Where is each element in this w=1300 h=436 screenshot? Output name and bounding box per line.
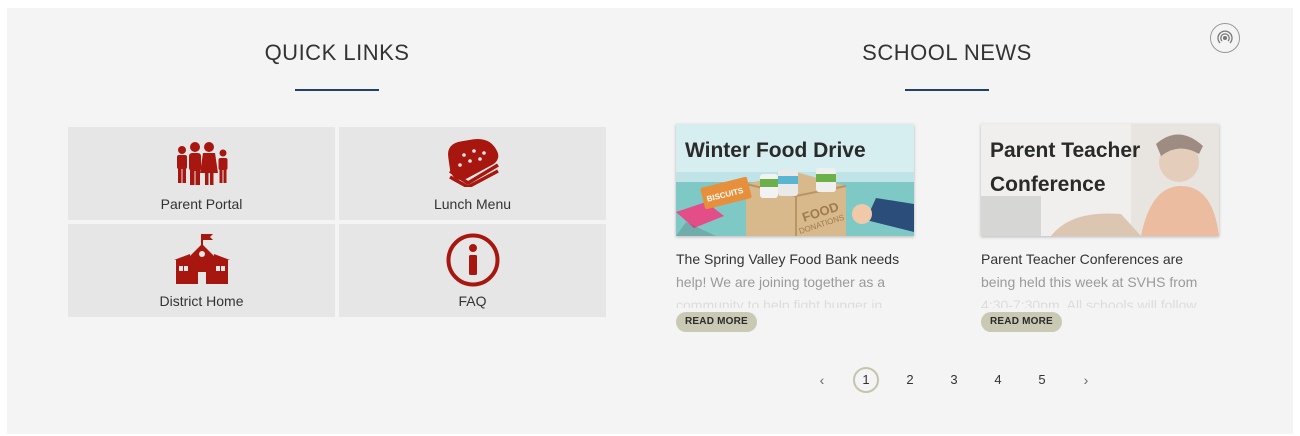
news-card-food-drive: FOOD DONATIONS BISCUITS Winter Food Driv… bbox=[676, 124, 916, 344]
tile-label: Lunch Menu bbox=[433, 196, 512, 212]
school-news-title: SCHOOL NEWS bbox=[862, 40, 1032, 65]
page-button-5[interactable]: 5 bbox=[1029, 367, 1055, 393]
news-card-parent-teacher: Parent Teacher Conference Parent Teacher… bbox=[981, 124, 1221, 344]
page-button-1[interactable]: 1 bbox=[853, 367, 879, 393]
page-button-2[interactable]: 2 bbox=[897, 367, 923, 393]
quick-links-title: QUICK LINKS bbox=[264, 40, 410, 65]
prev-page-button[interactable]: ‹ bbox=[809, 367, 835, 393]
next-page-button[interactable]: › bbox=[1073, 367, 1099, 393]
news-image-food-drive[interactable]: FOOD DONATIONS BISCUITS Winter Food Driv… bbox=[676, 124, 914, 236]
news-excerpt: Parent Teacher Conferences are being hel… bbox=[981, 248, 1221, 308]
school-news-rule bbox=[905, 89, 989, 91]
quick-link-lunch-menu[interactable]: Lunch Menu bbox=[339, 127, 606, 220]
family-icon bbox=[176, 142, 227, 185]
broadcast-icon bbox=[1217, 30, 1233, 44]
quick-link-parent-portal[interactable]: Parent Portal bbox=[68, 127, 335, 220]
rss-feed-button[interactable] bbox=[1210, 23, 1240, 53]
quick-link-faq[interactable]: FAQ bbox=[339, 224, 606, 317]
excerpt-line: help! We are joining together as a bbox=[676, 274, 886, 290]
quick-links-rule bbox=[295, 89, 379, 91]
quick-link-district-home[interactable]: District Home bbox=[68, 224, 335, 317]
excerpt-line: Parent Teacher Conferences are bbox=[981, 251, 1184, 267]
info-icon bbox=[446, 233, 499, 287]
sandwich-icon bbox=[447, 139, 499, 187]
tile-label: Parent Portal bbox=[160, 196, 243, 212]
news-image-parent-teacher[interactable]: Parent Teacher Conference bbox=[981, 124, 1219, 236]
top-cutoff-strip bbox=[0, 0, 1300, 8]
page-button-4[interactable]: 4 bbox=[985, 367, 1011, 393]
excerpt-line: community to help fight hunger in bbox=[676, 297, 883, 308]
news-card-title[interactable]: Winter Food Drive bbox=[685, 134, 905, 168]
news-card-title[interactable]: Parent Teacher Conference bbox=[990, 134, 1210, 202]
read-more-button[interactable]: READ MORE bbox=[676, 312, 757, 332]
tile-label: District Home bbox=[159, 293, 244, 309]
page-button-3[interactable]: 3 bbox=[941, 367, 967, 393]
news-excerpt: The Spring Valley Food Bank needs help! … bbox=[676, 248, 916, 308]
read-more-button[interactable]: READ MORE bbox=[981, 312, 1062, 332]
schoolhouse-icon bbox=[173, 234, 230, 284]
tile-label: FAQ bbox=[458, 293, 487, 309]
excerpt-line: being held this week at SVHS from bbox=[981, 274, 1198, 290]
news-pagination: ‹ 1 2 3 4 5 › bbox=[800, 365, 1108, 395]
excerpt-line: 4:30-7:30pm. All schools will follow bbox=[981, 297, 1197, 308]
excerpt-line: The Spring Valley Food Bank needs bbox=[676, 251, 900, 267]
